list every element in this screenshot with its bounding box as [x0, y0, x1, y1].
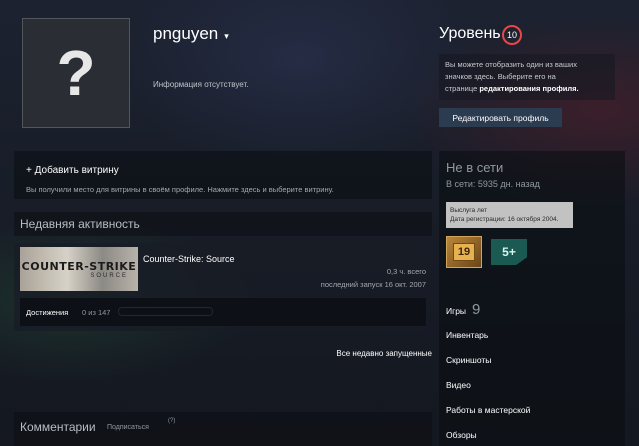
- sidebar-item-inventory[interactable]: Инвентарь: [446, 330, 488, 340]
- game-name-link[interactable]: Counter-Strike: Source: [143, 254, 235, 264]
- caret-down-icon: ▾: [224, 30, 229, 41]
- level-label: Уровень: [439, 25, 501, 42]
- achievements-count: 0 из 147: [82, 308, 111, 317]
- all-recent-games-link[interactable]: Все недавно запущенные: [260, 349, 432, 358]
- persona-name: pnguyen: [153, 24, 219, 43]
- game-logo-text: COUNTER-STRIKE: [21, 259, 137, 273]
- game-last-played: последний запуск 16 окт. 2007: [320, 280, 426, 289]
- comments-title: Комментарии: [20, 420, 96, 434]
- edit-profile-link[interactable]: редактирования профиля.: [479, 84, 578, 93]
- game-logo-subtext: SOURCE: [90, 272, 128, 279]
- profile-sidebar: [439, 151, 625, 446]
- badge-info-line: значков здесь. Выберите его на: [445, 72, 556, 81]
- badge-info-line: странице редактирования профиля.: [445, 83, 609, 95]
- achievements-row[interactable]: [20, 298, 426, 326]
- edit-profile-button[interactable]: Редактировать профиль: [439, 108, 562, 127]
- tooltip-detail: Дата регистрации: 16 октября 2004.: [450, 216, 559, 223]
- level-badge: 10: [502, 25, 522, 45]
- subscribe-help-icon[interactable]: (?): [168, 418, 175, 424]
- sidebar-item-screenshots[interactable]: Скриншоты: [446, 355, 491, 365]
- badge-tooltip: Выслуга лет Дата регистрации: 16 октября…: [446, 202, 573, 228]
- badge-info-box: Вы можете отобразить один из ваших значк…: [439, 54, 615, 100]
- avatar-placeholder-glyph: ?: [56, 37, 96, 109]
- sidebar-item-games[interactable]: Игры 9: [446, 301, 480, 318]
- sidebar-item-label: Игры: [446, 306, 467, 316]
- avatar[interactable]: ?: [22, 18, 130, 128]
- subscribe-link[interactable]: Подписаться: [107, 424, 149, 431]
- persona-name-dropdown[interactable]: pnguyen ▾: [153, 24, 229, 44]
- game-capsule-image[interactable]: COUNTER-STRIKE SOURCE: [20, 247, 138, 291]
- years-of-service-badge[interactable]: 19: [446, 236, 482, 268]
- game-collector-badge[interactable]: 5+: [491, 239, 527, 265]
- recent-activity-title: Недавняя активность: [20, 217, 140, 231]
- sidebar-item-reviews[interactable]: Обзоры: [446, 430, 477, 440]
- achievements-label: Достижения: [26, 308, 69, 317]
- badge-label: 5+: [502, 245, 516, 259]
- sidebar-item-videos[interactable]: Видео: [446, 380, 471, 390]
- achievements-progress-bar: [118, 307, 213, 316]
- games-count: 9: [472, 301, 481, 318]
- last-online: В сети: 5935 дн. назад: [446, 179, 540, 189]
- add-showcase-description: Вы получили место для витрины в своём пр…: [26, 185, 334, 194]
- profile-summary: Информация отсутствует.: [153, 80, 249, 89]
- online-status: Не в сети: [446, 160, 504, 175]
- sidebar-item-workshop[interactable]: Работы в мастерской: [446, 405, 530, 415]
- tooltip-title: Выслуга лет: [450, 207, 488, 214]
- add-showcase-title[interactable]: + Добавить витрину: [26, 165, 119, 176]
- badge-info-line: Вы можете отобразить один из ваших: [445, 60, 577, 69]
- game-hours: 0,3 ч. всего: [386, 267, 426, 276]
- badge-label: 19: [453, 243, 475, 261]
- badge-info-prefix: странице: [445, 84, 480, 93]
